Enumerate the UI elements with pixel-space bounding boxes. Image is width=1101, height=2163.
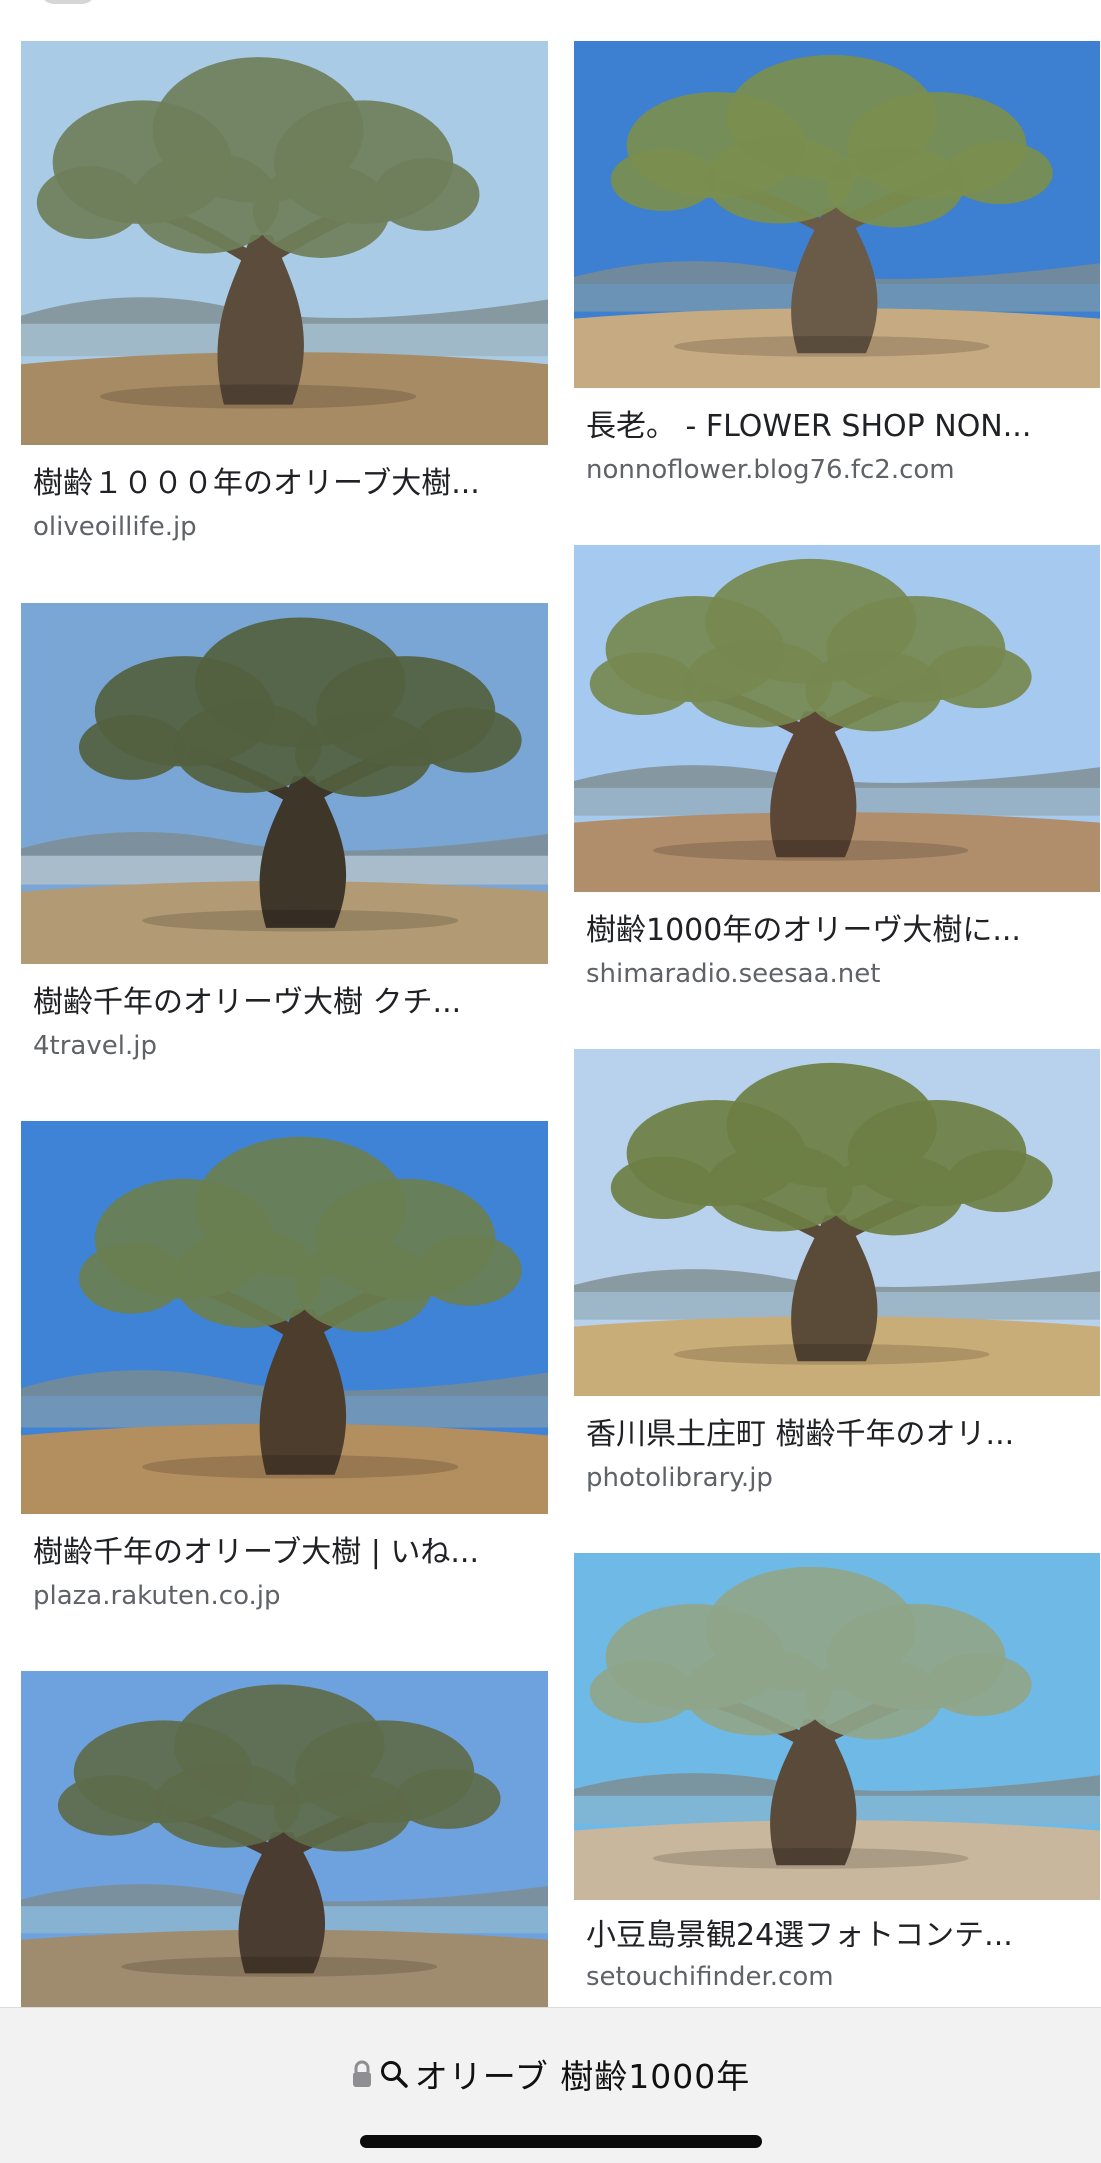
address-field[interactable]: オリーブ 樹齢1000年 [0,2052,1101,2096]
result-thumbnail[interactable] [574,545,1100,892]
search-query[interactable]: オリーブ 樹齢1000年 [415,2050,751,2098]
result-card-7[interactable]: 小豆島景観24選フォトコンテ... setouchifinder.com [574,1553,1100,2003]
result-thumbnail[interactable] [21,1121,548,1514]
result-domain: photolibrary.jp [586,1463,773,1493]
result-title[interactable]: 樹齢1000年のオリーヴ大樹に... [586,912,1090,950]
olive-tree-image [574,545,1100,892]
result-domain: shimaradio.seesaa.net [586,959,881,989]
result-thumbnail[interactable] [574,41,1100,388]
olive-tree-image [21,1671,548,2007]
olive-tree-image [21,1121,548,1514]
result-thumbnail[interactable] [21,603,548,964]
result-card-4[interactable]: 樹齢1000年のオリーヴ大樹に... shimaradio.seesaa.net [574,545,1100,1005]
result-card-1[interactable]: 樹齢１０００年のオリーブ大樹... oliveoillife.jp [21,41,548,553]
result-title[interactable]: 樹齢千年のオリーブ大樹 | いね... [33,1534,538,1572]
olive-tree-image [21,41,548,445]
result-domain: oliveoillife.jp [33,512,197,542]
result-domain: 4travel.jp [33,1031,157,1061]
result-title[interactable]: 樹齢１０００年のオリーブ大樹... [33,465,538,503]
result-thumbnail[interactable] [574,1553,1100,1900]
olive-tree-image [574,1049,1100,1396]
result-thumbnail[interactable] [21,1671,548,2007]
olive-tree-image [21,603,548,964]
result-card-5[interactable]: 香川県土庄町 樹齢千年のオリ... photolibrary.jp [574,1049,1100,1509]
result-card-2[interactable]: 長老。 - FLOWER SHOP NON... nonnoflower.blo… [574,41,1100,501]
result-card-8[interactable] [21,1671,548,2007]
result-title[interactable]: 樹齢千年のオリーヴ大樹 クチ... [33,984,538,1022]
result-domain: plaza.rakuten.co.jp [33,1581,281,1611]
result-title[interactable]: 香川県土庄町 樹齢千年のオリ... [586,1416,1090,1454]
bottom-address-bar[interactable]: オリーブ 樹齢1000年 [0,2007,1101,2163]
result-card-6[interactable]: 樹齢千年のオリーブ大樹 | いね... plaza.rakuten.co.jp [21,1121,548,1621]
result-title[interactable]: 小豆島景観24選フォトコンテ... [586,1917,1090,1955]
home-indicator[interactable] [360,2135,762,2148]
olive-tree-image [574,1553,1100,1900]
result-thumbnail[interactable] [21,41,548,445]
lock-icon [351,2059,373,2089]
result-domain: setouchifinder.com [586,1962,834,1992]
top-cutoff-element [40,0,96,4]
result-domain: nonnoflower.blog76.fc2.com [586,455,955,485]
olive-tree-image [574,41,1100,388]
result-title[interactable]: 長老。 - FLOWER SHOP NON... [586,408,1090,446]
search-icon [379,2059,409,2089]
result-card-3[interactable]: 樹齢千年のオリーヴ大樹 クチ... 4travel.jp [21,603,548,1065]
result-thumbnail[interactable] [574,1049,1100,1396]
